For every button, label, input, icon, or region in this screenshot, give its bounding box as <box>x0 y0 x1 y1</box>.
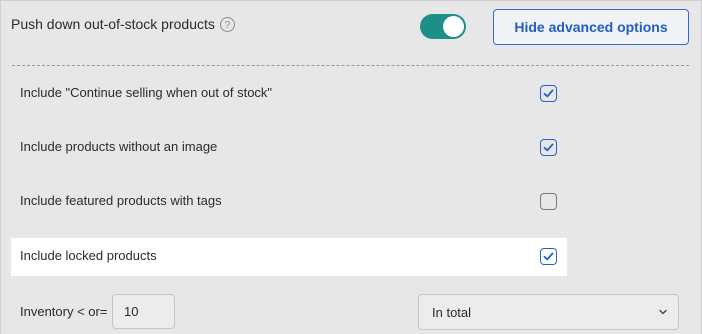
inventory-threshold-input[interactable] <box>112 294 175 329</box>
checkmark-icon <box>543 143 554 152</box>
option-label: Include products without an image <box>20 139 218 154</box>
help-icon[interactable]: ? <box>219 16 235 32</box>
checkbox-locked-products[interactable] <box>540 248 557 265</box>
option-label: Include locked products <box>20 248 157 263</box>
option-label: Include "Continue selling when out of st… <box>20 85 273 100</box>
option-row-featured-tags: Include featured products with tags <box>11 183 567 221</box>
inventory-scope-select[interactable]: In total <box>418 294 679 330</box>
option-row-locked-products: Include locked products <box>11 238 567 276</box>
option-label: Include featured products with tags <box>20 193 222 208</box>
checkbox-no-image[interactable] <box>540 139 557 156</box>
checkbox-continue-selling[interactable] <box>540 85 557 102</box>
chevron-down-icon <box>659 309 667 315</box>
checkmark-icon <box>543 89 554 98</box>
out-of-stock-toggle[interactable] <box>420 14 466 39</box>
hide-advanced-options-button[interactable]: Hide advanced options <box>493 9 689 45</box>
checkmark-icon <box>543 252 554 261</box>
checkbox-featured-tags[interactable] <box>540 193 557 210</box>
inventory-threshold-label: Inventory < or= <box>20 304 108 319</box>
option-row-no-image: Include products without an image <box>11 129 567 167</box>
toggle-knob <box>443 16 464 37</box>
option-row-continue-selling: Include "Continue selling when out of st… <box>11 75 567 113</box>
section-title: Push down out-of-stock products <box>11 16 215 32</box>
select-value: In total <box>432 305 472 320</box>
section-header: Push down out-of-stock products ? <box>11 16 235 32</box>
dashed-divider <box>12 65 689 66</box>
settings-panel: Push down out-of-stock products ? Hide a… <box>0 0 702 334</box>
